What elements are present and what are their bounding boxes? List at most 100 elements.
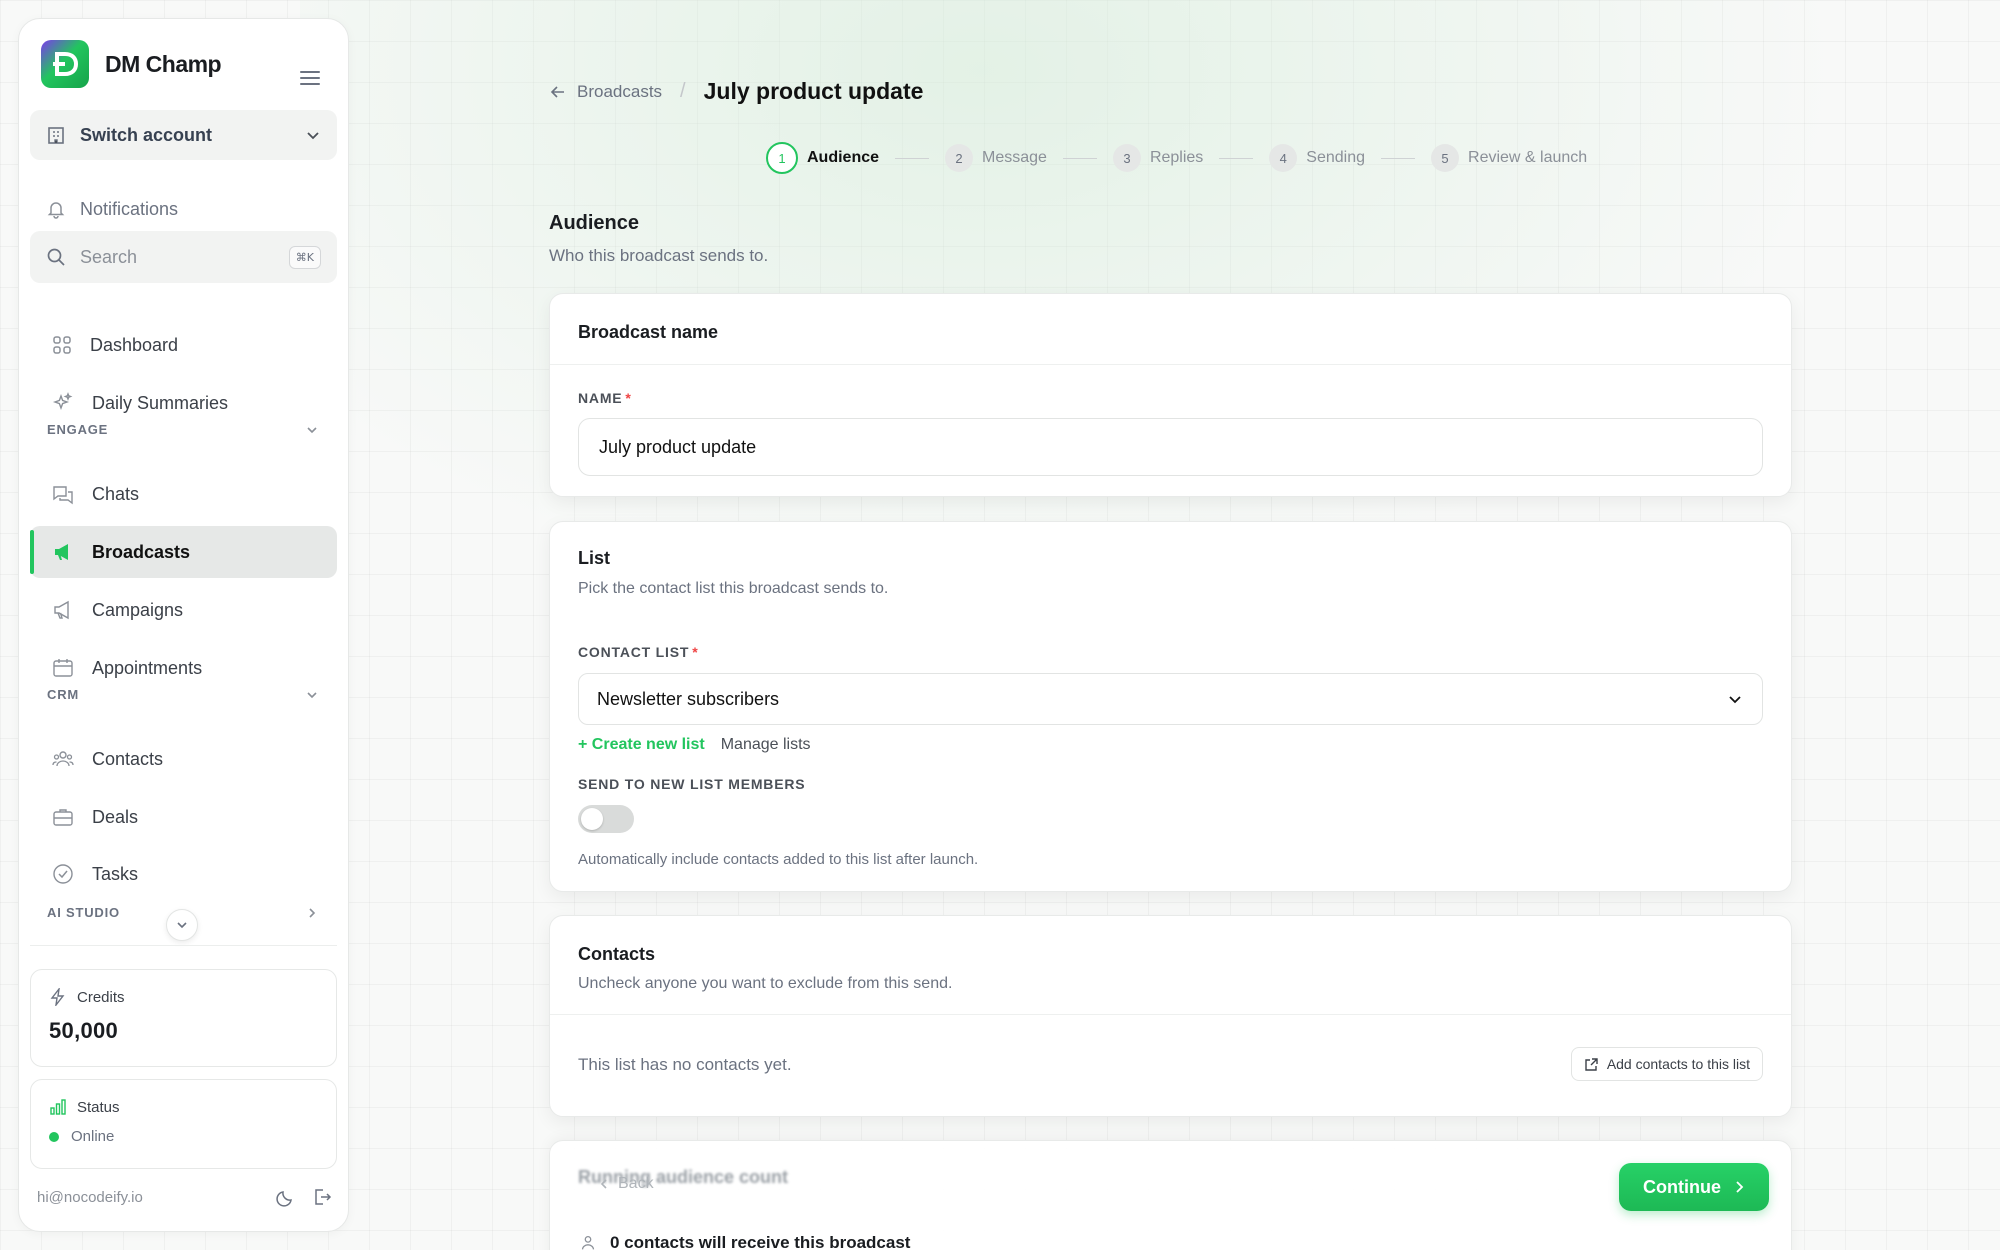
send-new-members-label: SEND TO NEW LIST MEMBERS: [578, 776, 806, 792]
sidebar-item-label: Tasks: [92, 863, 139, 884]
send-new-members-toggle[interactable]: [578, 805, 634, 833]
credits-label: Credits: [77, 988, 125, 1006]
user-email: hi@nocodeify.io: [37, 1188, 143, 1206]
step-number: 1: [766, 142, 798, 174]
continue-button[interactable]: Continue: [1619, 1163, 1769, 1211]
section-label: ENGAGE: [47, 422, 109, 437]
divider: [550, 1014, 1791, 1015]
chevron-down-icon: [1729, 696, 1741, 704]
arrow-left-icon[interactable]: [549, 83, 567, 101]
create-new-list-link[interactable]: + Create new list: [578, 736, 705, 754]
card-title: List: [578, 548, 611, 568]
contacts-card: Contacts Uncheck anyone you want to excl…: [549, 915, 1792, 1117]
check-circle-icon: [53, 864, 73, 884]
sidebar-item-chats[interactable]: Chats: [30, 468, 337, 520]
bell-icon: [47, 202, 65, 219]
sidebar-item-label: Contacts: [92, 748, 164, 769]
chevron-left-icon: [600, 1179, 607, 1189]
chevron-right-icon: [309, 907, 316, 918]
scroll-down-button[interactable]: [166, 909, 198, 941]
continue-label: Continue: [1643, 1176, 1721, 1197]
sidebar-item-dashboard[interactable]: Dashboard: [30, 319, 337, 371]
sidebar-item-label: Deals: [92, 806, 139, 827]
broadcast-name-card: Broadcast name NAME * July product update: [549, 293, 1792, 497]
sidebar-item-tasks[interactable]: Tasks: [30, 848, 337, 900]
card-subtitle: Pick the contact list this broadcast sen…: [578, 580, 889, 597]
empty-contacts-text: This list has no contacts yet.: [578, 1055, 792, 1074]
notifications-label: Notifications: [80, 198, 179, 219]
audience-count-text: 0 contacts will receive this broadcast: [610, 1233, 911, 1250]
list-card: List Pick the contact list this broadcas…: [549, 521, 1792, 892]
brand-name: DM Champ: [105, 50, 222, 77]
credits-card: Credits 50,000: [30, 969, 337, 1067]
status-value: Online: [71, 1128, 115, 1145]
status-card: Status Online: [30, 1079, 337, 1169]
sidebar-item-label: Dashboard: [90, 334, 179, 355]
step-sending[interactable]: 4 Sending: [1269, 144, 1365, 172]
step-review-launch[interactable]: 5 Review & launch: [1431, 144, 1587, 172]
contact-list-select[interactable]: Newsletter subscribers: [578, 673, 1763, 725]
switch-account-label: Switch account: [80, 124, 213, 145]
toggle-help-text: Automatically include contacts added to …: [578, 851, 979, 868]
step-number: 3: [1112, 144, 1141, 172]
sidebar: DM Champ Switch account Notifications Se…: [18, 18, 349, 1232]
building-icon: [48, 127, 64, 144]
brand[interactable]: DM Champ: [41, 40, 222, 88]
notifications-item[interactable]: Notifications: [30, 189, 337, 229]
page-title: July product update: [703, 78, 924, 104]
sidebar-item-label: Appointments: [92, 657, 203, 678]
search-shortcut-badge: ⌘K: [288, 245, 321, 269]
chevron-down-icon: [177, 922, 187, 929]
step-connector: [895, 157, 930, 159]
sidebar-item-deals[interactable]: Deals: [30, 791, 337, 843]
step-number: 4: [1269, 144, 1298, 172]
step-audience[interactable]: 1 Audience: [766, 142, 879, 174]
hamburger-menu-icon[interactable]: [300, 71, 320, 87]
step-replies[interactable]: 3 Replies: [1112, 144, 1203, 172]
grid-icon: [53, 336, 71, 354]
broadcast-name-input[interactable]: July product update: [578, 418, 1763, 476]
sparkles-icon: [52, 392, 73, 411]
step-message[interactable]: 2 Message: [945, 144, 1047, 172]
bar-chart-icon: [50, 1099, 66, 1115]
step-connector: [1219, 157, 1254, 159]
field-label-text: CONTACT LIST: [578, 644, 690, 660]
section-label: CRM: [47, 687, 80, 702]
field-label-text: NAME: [578, 390, 623, 406]
section-engage[interactable]: ENGAGE: [47, 422, 337, 437]
switch-account-button[interactable]: Switch account: [30, 110, 337, 160]
step-label: Message: [982, 149, 1047, 166]
logout-icon[interactable]: [312, 1187, 332, 1207]
sidebar-item-campaigns[interactable]: Campaigns: [30, 584, 337, 636]
sidebar-item-contacts[interactable]: Contacts: [30, 733, 337, 785]
breadcrumb-back-link[interactable]: Broadcasts: [577, 82, 662, 102]
section-crm[interactable]: CRM: [47, 687, 337, 702]
back-button[interactable]: Back: [598, 1175, 654, 1193]
sidebar-item-label: Broadcasts: [92, 541, 191, 562]
status-dot: [49, 1131, 59, 1142]
users-icon: [52, 751, 74, 767]
moon-icon[interactable]: [276, 1187, 296, 1207]
contact-list-selected: Newsletter subscribers: [597, 688, 780, 709]
card-subtitle: Uncheck anyone you want to exclude from …: [578, 975, 953, 992]
manage-lists-link[interactable]: Manage lists: [721, 736, 811, 754]
search-input[interactable]: Search ⌘K: [30, 231, 337, 283]
required-marker: *: [692, 644, 699, 660]
external-link-icon: [1585, 1057, 1598, 1071]
status-label: Status: [77, 1098, 120, 1116]
sidebar-item-label: Chats: [92, 483, 140, 504]
megaphone-icon: [55, 544, 68, 560]
required-marker: *: [625, 390, 632, 406]
add-contacts-label: Add contacts to this list: [1606, 1056, 1750, 1072]
chevron-down-icon: [307, 426, 317, 433]
add-contacts-button[interactable]: Add contacts to this list: [1570, 1047, 1763, 1081]
calendar-icon: [53, 659, 73, 677]
sidebar-item-broadcasts[interactable]: Broadcasts: [30, 526, 337, 578]
credits-value: 50,000: [49, 1018, 119, 1043]
breadcrumb-separator: /: [680, 80, 686, 102]
sidebar-item-label: Daily Summaries: [92, 392, 229, 413]
briefcase-icon: [53, 809, 73, 826]
breadcrumb: Broadcasts / July product update: [549, 78, 923, 105]
card-title: Broadcast name: [578, 322, 719, 342]
megaphone-outline-icon: [54, 600, 69, 620]
